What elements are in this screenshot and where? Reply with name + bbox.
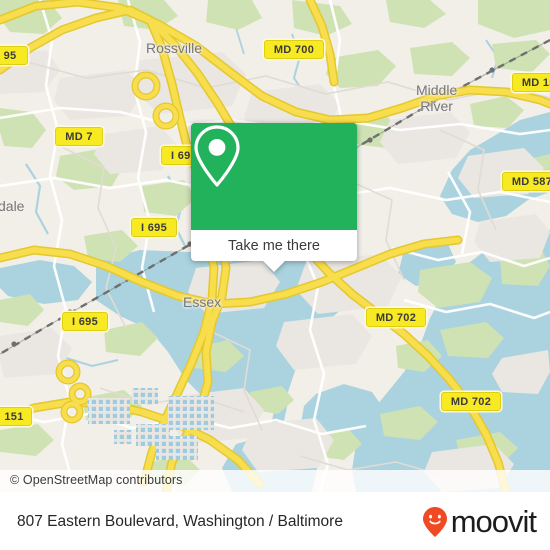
road-shield: MD 150 <box>512 73 550 92</box>
moovit-map-screenshot: Rossville Middle River Essex dale 95 MD … <box>0 0 550 550</box>
road-shield: MD 700 <box>264 40 324 59</box>
road-shield-label: MD 700 <box>273 43 315 56</box>
place-label-rossville: Rossville <box>146 40 202 56</box>
place-label-partial-dale: dale <box>0 198 24 214</box>
road-shield: I 695 <box>131 218 177 237</box>
place-label-middle-river: Middle River <box>416 82 457 114</box>
road-shield-label: MD 702 <box>375 311 417 324</box>
road-shield-label: MD 7 <box>65 130 93 143</box>
popup-tail <box>263 261 285 272</box>
map-canvas[interactable]: Rossville Middle River Essex dale 95 MD … <box>0 0 550 492</box>
road-shield-label: 151 <box>4 410 24 423</box>
place-label-text: Rossville <box>146 40 203 56</box>
osm-attribution[interactable]: © OpenStreetMap contributors <box>0 470 550 492</box>
address-label: 807 Eastern Boulevard, Washington / Balt… <box>17 512 343 530</box>
place-label-text: Middle <box>416 82 458 98</box>
road-shield: MD 7 <box>55 127 103 146</box>
place-label-text: dale <box>0 198 25 214</box>
road-shield: 95 <box>0 46 28 65</box>
moovit-pin-icon <box>422 506 447 537</box>
place-label-essex: Essex <box>183 294 221 310</box>
road-shield-label: MD 150 <box>521 76 550 89</box>
road-shield: MD 702 <box>441 392 501 411</box>
footer-bar: 807 Eastern Boulevard, Washington / Balt… <box>0 492 550 550</box>
road-shield-label: MD 587 <box>511 175 550 188</box>
moovit-logo[interactable]: moovit <box>422 504 537 539</box>
road-shield: 151 <box>0 407 32 426</box>
road-shield-label: I 695 <box>72 315 98 328</box>
road-shield: MD 702 <box>366 308 426 327</box>
road-shield: I 695 <box>62 312 108 331</box>
popup-icon-area <box>191 123 357 230</box>
map-pin-icon <box>194 125 240 187</box>
road-shield-label: I 695 <box>141 221 167 234</box>
take-me-there-label: Take me there <box>228 237 320 254</box>
osm-attribution-text: © OpenStreetMap contributors <box>10 473 183 487</box>
place-label-text: Essex <box>183 294 222 310</box>
road-shield: MD 587 <box>502 172 550 191</box>
road-shield-label: MD 702 <box>450 395 492 408</box>
moovit-wordmark: moovit <box>450 504 537 539</box>
location-popup-card[interactable]: Take me there <box>191 123 357 272</box>
take-me-there-button[interactable]: Take me there <box>191 230 357 261</box>
road-shield-label: 95 <box>3 49 17 62</box>
place-label-text: River <box>420 98 453 114</box>
